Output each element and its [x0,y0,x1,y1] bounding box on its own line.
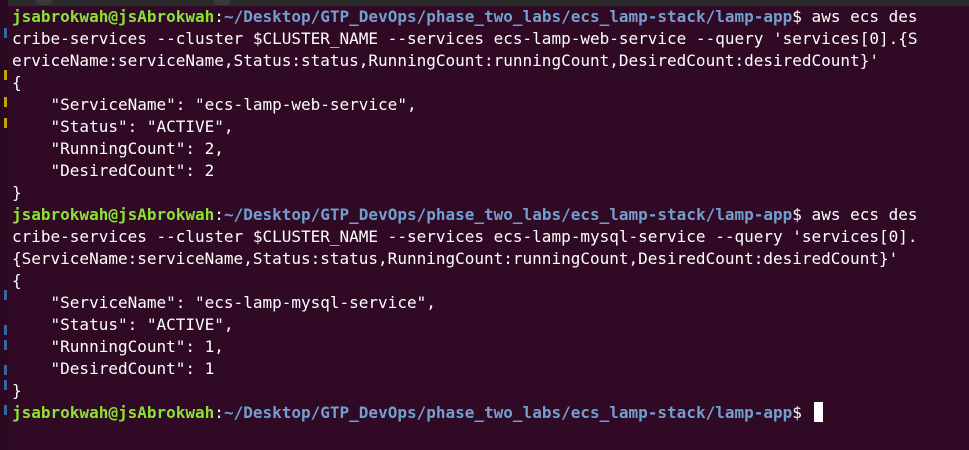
scroll-marker [4,365,7,375]
output-line: "DesiredCount": 1 [12,359,215,378]
prompt-user-host: jsabrokwah@jsAbrokwah [12,205,215,224]
output-line: "Status": "ACTIVE", [12,117,234,136]
prompt-line: jsabrokwah@jsAbrokwah:~/Desktop/GTP_DevO… [12,402,967,424]
output-line: { [12,73,22,92]
prompt-separator: : [214,7,224,26]
side-gutter [0,0,8,450]
output-line: } [12,381,22,400]
scroll-marker [4,325,7,335]
scroll-marker [4,290,7,300]
prompt-path: ~/Desktop/GTP_DevOps/phase_two_labs/ecs_… [223,403,793,422]
command-text [802,403,812,422]
output-line: {ServiceName:serviceName,Status:status,R… [12,249,899,268]
output-line: "ServiceName": "ecs-lamp-mysql-service", [12,293,436,312]
output-line: "Status": "ACTIVE", [12,315,234,334]
output-line: "RunningCount": 2, [12,139,224,158]
output-line: "ServiceName": "ecs-lamp-web-service", [12,95,417,114]
scroll-marker [4,97,7,107]
scroll-marker [4,405,7,415]
scroll-marker [4,118,7,128]
output-line: { [12,271,22,290]
output-line: "RunningCount": 1, [12,337,224,356]
tab-edge [214,0,230,5]
prompt-line: jsabrokwah@jsAbrokwah:~/Desktop/GTP_DevO… [12,204,967,226]
scroll-marker [4,28,7,38]
prompt-path: ~/Desktop/GTP_DevOps/phase_two_labs/ecs_… [223,205,793,224]
output-line: cribe-services --cluster $CLUSTER_NAME -… [12,29,918,48]
scroll-marker [4,340,7,350]
output-line: erviceName:serviceName,Status:status,Run… [12,51,879,70]
prompt-path: ~/Desktop/GTP_DevOps/phase_two_labs/ecs_… [223,7,793,26]
tab-edge [36,0,52,5]
prompt-user-host: jsabrokwah@jsAbrokwah [12,7,215,26]
prompt-symbol: $ [792,7,802,26]
prompt-symbol: $ [792,205,802,224]
terminal-cursor[interactable] [813,402,823,422]
output-line: "DesiredCount": 2 [12,161,215,180]
terminal-output[interactable]: jsabrokwah@jsAbrokwah:~/Desktop/GTP_DevO… [12,6,967,424]
prompt-symbol: $ [792,403,802,422]
output-line: } [12,183,22,202]
prompt-user-host: jsabrokwah@jsAbrokwah [12,403,215,422]
prompt-separator: : [214,205,224,224]
prompt-separator: : [214,403,224,422]
scroll-marker [4,380,7,390]
output-line: cribe-services --cluster $CLUSTER_NAME -… [12,227,918,246]
command-text: aws ecs des [801,205,918,224]
scroll-marker [4,70,7,80]
command-text: aws ecs des [801,7,918,26]
prompt-line: jsabrokwah@jsAbrokwah:~/Desktop/GTP_DevO… [12,6,967,28]
